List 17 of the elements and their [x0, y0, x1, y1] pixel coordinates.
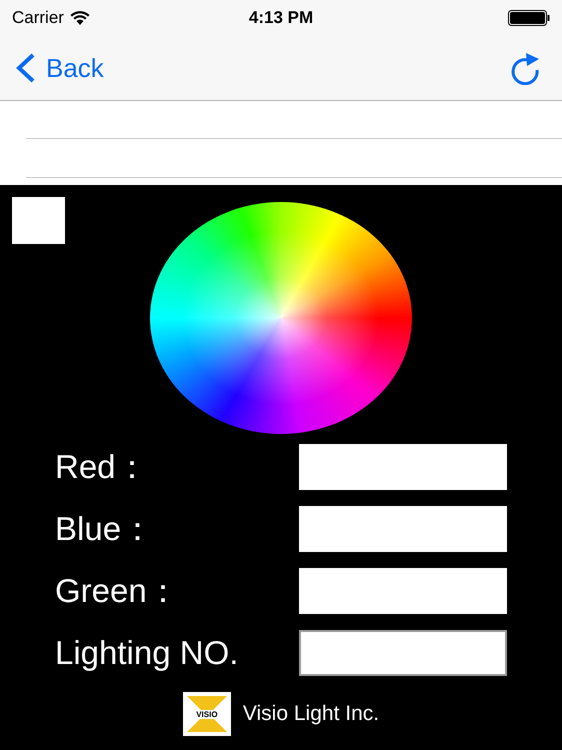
clock-time: 4:13 PM: [248, 8, 314, 28]
input-field[interactable]: [299, 630, 507, 676]
company-name: Visio Light Inc.: [242, 702, 380, 726]
battery-icon: [508, 10, 550, 26]
back-button[interactable]: Back: [14, 52, 104, 84]
wifi-icon: [70, 11, 90, 25]
field-label: Blue：: [55, 508, 154, 548]
field-label: Red：: [55, 446, 149, 486]
input-field[interactable]: [299, 568, 507, 614]
chevron-left-icon: [14, 52, 36, 84]
color-preview: [12, 197, 65, 244]
company-logo: VISIO: [182, 692, 231, 736]
field-label: Lighting NO.: [55, 634, 238, 672]
input-field[interactable]: [299, 444, 507, 490]
field-label: Green：: [55, 570, 180, 610]
carrier-label: Carrier: [12, 8, 64, 28]
input-field[interactable]: [299, 506, 507, 552]
